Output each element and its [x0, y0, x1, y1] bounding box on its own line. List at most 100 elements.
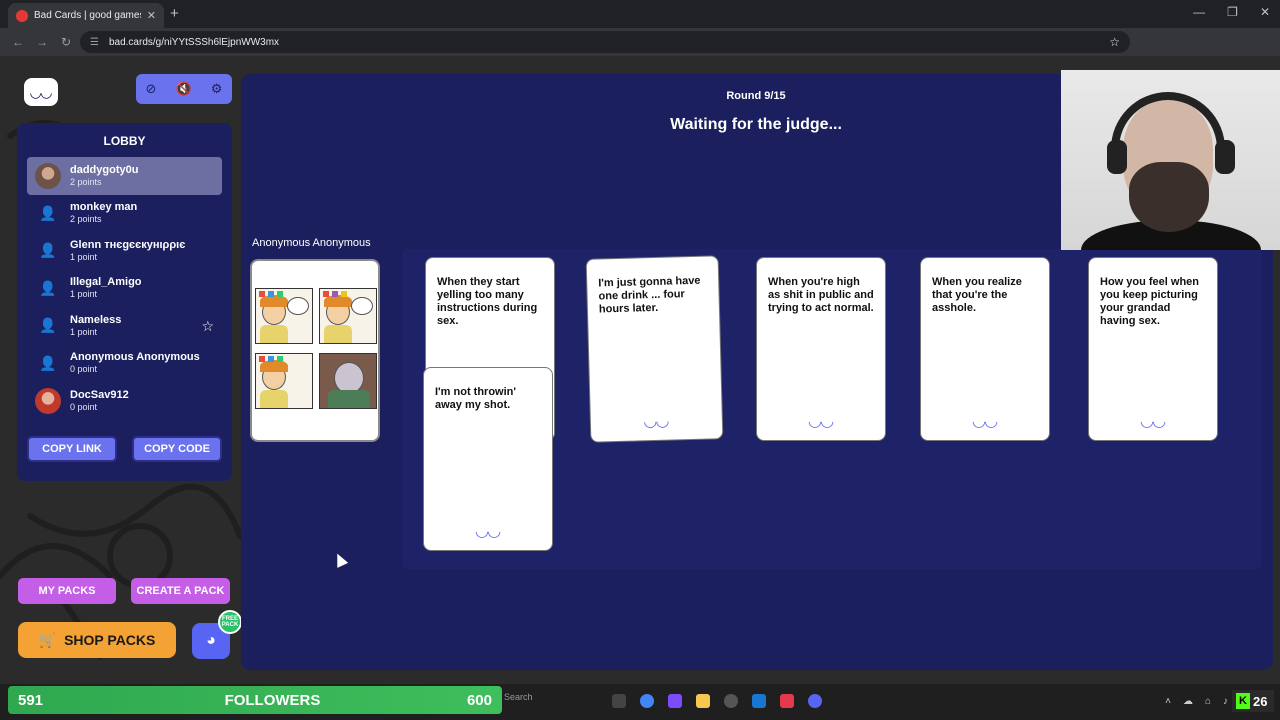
player-points: 1 point	[70, 289, 98, 300]
player-avatar	[35, 162, 61, 189]
comic-panel	[319, 288, 377, 344]
cart-icon: 🛒	[38, 631, 57, 648]
followers-label: FOLLOWERS	[224, 691, 321, 709]
task-view-icon[interactable]	[612, 694, 626, 708]
chrome-icon[interactable]	[640, 694, 654, 708]
followers-goal: 600	[466, 691, 492, 709]
forward-icon[interactable]: →	[36, 35, 48, 49]
music-icon[interactable]	[780, 694, 794, 708]
volume-icon[interactable]: ♪	[1223, 696, 1228, 707]
judge-prompt-card	[250, 259, 380, 442]
user-icon: 👤	[39, 279, 57, 296]
kick-icon: K	[1236, 693, 1250, 709]
judge-name: Anonymous Anonymous	[252, 237, 371, 249]
player-points: 0 point	[70, 401, 98, 412]
copy-code-button[interactable]: COPY CODE	[132, 436, 222, 462]
bad-cards-logo[interactable]: ◡◡	[24, 78, 58, 106]
browser-tab-bar: Bad Cards | good games for yo ✕ + — ❐ ✕	[0, 0, 1280, 28]
network-icon[interactable]: ⌂	[1205, 696, 1211, 707]
answer-card[interactable]: I'm just gonna have one drink ... four h…	[585, 255, 724, 443]
player-item[interactable]: 👤 Nameless 1 point ☆	[27, 307, 222, 345]
player-list: daddygoty0u 2 points 👤 monkey man 2 points…	[17, 157, 232, 420]
player-item[interactable]: 👤 Illegal_Amigo 1 point	[27, 270, 222, 308]
kick-tray[interactable]: K 26	[1232, 690, 1274, 712]
bookmark-star-icon[interactable]: ☆	[1109, 35, 1120, 49]
bad-cards-smile-icon: ◡◡	[972, 413, 998, 430]
card-text: I'm just gonna have one drink ... four h…	[598, 274, 701, 316]
favicon-icon	[16, 9, 28, 22]
player-name: monkey man	[70, 201, 138, 214]
comic-panel	[319, 353, 377, 409]
browser-tab[interactable]: Bad Cards | good games for yo ✕	[8, 3, 164, 28]
new-tab-button[interactable]: +	[170, 5, 179, 22]
player-item[interactable]: daddygoty0u 2 points	[27, 157, 222, 195]
file-explorer-icon[interactable]	[696, 694, 710, 708]
answer-card[interactable]: I'm not throwin' away my shot. ◡◡	[423, 367, 553, 551]
player-points: 2 points	[70, 176, 102, 187]
reload-icon[interactable]: ↻	[60, 35, 72, 49]
host-star-icon: ☆	[201, 318, 214, 334]
player-name: daddygoty0u	[70, 163, 139, 176]
address-bar[interactable]: ☰ bad.cards/g/niYYtSSSh6lEjpnWW3mx ☆	[80, 31, 1130, 53]
tab-title: Bad Cards | good games for yo	[34, 10, 141, 21]
maximize-icon[interactable]: ❐	[1227, 5, 1238, 19]
player-item[interactable]: 👤 monkey man 2 points	[27, 195, 222, 233]
player-item[interactable]: 👤 Glenn тнєgєєкунιρριє 1 point	[27, 232, 222, 270]
my-packs-button[interactable]: MY PACKS	[18, 578, 116, 604]
player-item[interactable]: DocSav912 0 point	[27, 382, 222, 420]
cloud-icon[interactable]: ☁	[1183, 696, 1193, 707]
bad-cards-smile-icon: ◡◡	[643, 412, 669, 431]
tray-chevron-icon[interactable]: ˄	[1165, 696, 1171, 707]
answer-card[interactable]: When you're high as shit in public and t…	[756, 257, 886, 441]
mute-sound-icon[interactable]: 🔇	[176, 81, 192, 97]
card-text: How you feel when you keep picturing you…	[1100, 276, 1200, 327]
answer-card[interactable]: When you realize that you're the asshole…	[920, 257, 1050, 441]
player-points: 1 point	[70, 326, 98, 337]
player-points: 1 point	[70, 251, 98, 262]
player-name: DocSav912	[70, 388, 129, 401]
followers-goal-bar: 591 FOLLOWERS 600	[8, 686, 502, 714]
bad-cards-smile-icon: ◡◡	[475, 523, 501, 540]
player-points: 0 point	[70, 364, 98, 375]
tray-count: 26	[1253, 693, 1268, 709]
discord-icon: ◕	[206, 632, 216, 649]
settings-gear-icon[interactable]: ⚙	[211, 81, 223, 97]
player-item[interactable]: 👤 Anonymous Anonymous 0 point	[27, 345, 222, 383]
discord-taskbar-icon[interactable]	[808, 694, 822, 708]
submitted-cards-area: When they start yelling too many instruc…	[402, 249, 1262, 569]
webcam-overlay	[1061, 70, 1280, 250]
card-text: When they start yelling too many instruc…	[437, 276, 538, 327]
player-name: Anonymous Anonymous	[70, 351, 200, 364]
tab-close-icon[interactable]: ✕	[147, 9, 156, 22]
lobby-panel: LOBBY daddygoty0u 2 points 👤 monkey man 2 …	[17, 123, 232, 481]
user-icon: 👤	[39, 204, 57, 221]
create-pack-button[interactable]: CREATE A PACK	[131, 578, 230, 604]
address-bar-row: ← → ↻ ☰ bad.cards/g/niYYtSSSh6lEjpnWW3mx…	[0, 28, 1280, 76]
comic-panel	[255, 353, 313, 409]
shop-packs-label: SHOP PACKS	[64, 632, 156, 648]
shop-packs-button[interactable]: 🛒 SHOP PACKS	[18, 622, 176, 658]
site-info-icon[interactable]: ☰	[90, 37, 99, 48]
user-icon: 👤	[39, 354, 57, 371]
store-icon[interactable]	[752, 694, 766, 708]
comic-panel	[255, 288, 313, 344]
card-text: When you're high as shit in public and t…	[768, 276, 874, 314]
copy-link-button[interactable]: COPY LINK	[27, 436, 117, 462]
player-name: Nameless	[70, 313, 122, 326]
obs-icon[interactable]	[724, 694, 738, 708]
mute-music-icon[interactable]: ⊘	[146, 81, 157, 97]
answer-card[interactable]: How you feel when you keep picturing you…	[1088, 257, 1218, 441]
user-icon: 👤	[39, 317, 57, 334]
back-icon[interactable]: ←	[12, 35, 24, 49]
card-text: When you realize that you're the asshole…	[932, 276, 1022, 314]
followers-current: 591	[18, 691, 44, 709]
close-window-icon[interactable]: ✕	[1260, 5, 1270, 19]
lobby-buttons: COPY LINK COPY CODE	[27, 436, 222, 462]
bad-cards-smile-icon: ◡◡	[1140, 413, 1166, 430]
minimize-icon[interactable]: —	[1193, 5, 1205, 19]
system-tray: ˄ ☁ ⌂ ♪	[1165, 696, 1228, 707]
bad-cards-smile-icon: ◡◡	[808, 413, 834, 430]
taskbar-search[interactable]: Search	[504, 692, 533, 702]
app-icon[interactable]	[668, 694, 682, 708]
window-controls: — ❐ ✕	[1193, 5, 1270, 19]
